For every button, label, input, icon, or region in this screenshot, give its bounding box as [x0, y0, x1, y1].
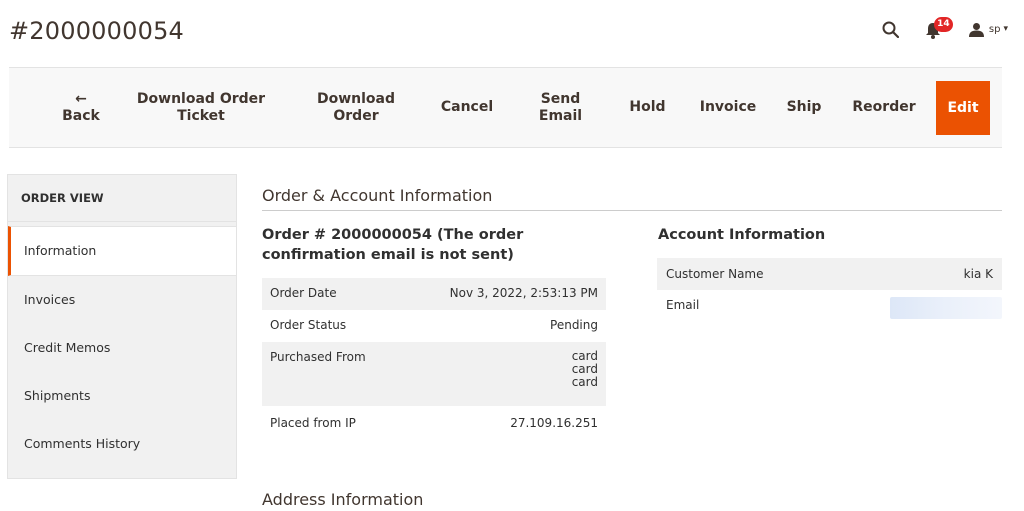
search-icon[interactable]: [881, 19, 901, 39]
download-order-label-2: Order: [333, 107, 379, 124]
back-label: Back: [62, 107, 100, 124]
order-toolbar: ← Back Download Order Ticket Download Order…: [9, 67, 1002, 148]
reorder-label: Reorder: [852, 99, 916, 115]
table-row: Email: [657, 290, 1002, 326]
user-menu[interactable]: sp ▾: [968, 22, 1008, 37]
purchased-from-line: card: [571, 375, 598, 389]
cancel-button[interactable]: Cancel: [432, 68, 502, 147]
purchased-from-label: Purchased From: [270, 350, 366, 364]
page-title: #2000000054: [9, 17, 185, 45]
section-title-address: Address Information: [262, 490, 424, 509]
send-email-label-1: Send: [540, 90, 581, 107]
sidebar-item-credit-memos[interactable]: Credit Memos: [8, 324, 236, 372]
invoice-button[interactable]: Invoice: [695, 68, 761, 147]
table-row: Customer Name kia K: [657, 258, 1002, 290]
user-name: sp: [988, 23, 1001, 35]
account-info-table: Customer Name kia K Email: [657, 258, 1002, 326]
header-actions: 14 sp ▾: [881, 14, 1008, 44]
back-button[interactable]: ← Back: [46, 68, 116, 147]
ship-label: Ship: [786, 99, 822, 115]
invoice-label: Invoice: [699, 99, 757, 115]
order-date-value: Nov 3, 2022, 2:53:13 PM: [449, 286, 598, 300]
table-row: Order Status Pending: [262, 310, 606, 342]
hold-button[interactable]: Hold: [620, 68, 675, 147]
table-row: Order Date Nov 3, 2022, 2:53:13 PM: [262, 278, 606, 310]
download-order-button[interactable]: Download Order: [306, 68, 406, 147]
order-view-sidebar: ORDER VIEW Information Invoices Credit M…: [7, 174, 237, 479]
sidebar-item-shipments[interactable]: Shipments: [8, 372, 236, 420]
email-value[interactable]: [890, 297, 1002, 319]
placed-from-ip-label: Placed from IP: [270, 416, 356, 430]
edit-label: Edit: [947, 100, 979, 116]
order-info-table: Order Date Nov 3, 2022, 2:53:13 PM Order…: [262, 278, 606, 440]
section-title-order-account: Order & Account Information: [262, 186, 493, 205]
table-row: Purchased From card card card: [262, 342, 606, 406]
sidebar-item-information[interactable]: Information: [8, 226, 236, 276]
purchased-from-value: card card card: [572, 350, 598, 406]
send-email-button[interactable]: Send Email: [528, 68, 593, 147]
account-information-title: Account Information: [658, 227, 826, 243]
download-order-ticket-button[interactable]: Download Order Ticket: [136, 68, 266, 147]
cancel-label: Cancel: [440, 99, 494, 115]
sidebar-heading: ORDER VIEW: [8, 175, 236, 222]
download-order-label-1: Download: [316, 90, 396, 107]
customer-name-label: Customer Name: [666, 267, 764, 281]
notification-count-badge: 14: [933, 17, 953, 32]
order-date-label: Order Date: [270, 286, 337, 300]
chevron-down-icon: ▾: [1003, 24, 1008, 34]
placed-from-ip-value: 27.109.16.251: [510, 416, 598, 430]
back-arrow-icon: ←: [75, 90, 87, 107]
download-ticket-label-1: Download Order: [136, 90, 266, 107]
send-email-label-2: Email: [538, 107, 583, 124]
table-row: Placed from IP 27.109.16.251: [262, 406, 606, 440]
order-status-label: Order Status: [270, 318, 347, 332]
sidebar-item-invoices[interactable]: Invoices: [8, 276, 236, 324]
order-status-value: Pending: [550, 318, 598, 332]
hold-label: Hold: [629, 99, 666, 115]
notifications-bell-icon[interactable]: 14: [925, 17, 953, 40]
customer-name-value[interactable]: kia K: [964, 267, 993, 281]
email-label: Email: [666, 298, 700, 312]
sidebar-item-comments-history[interactable]: Comments History: [8, 420, 236, 468]
reorder-button[interactable]: Reorder: [849, 68, 919, 147]
user-icon: [968, 22, 984, 37]
ship-button[interactable]: Ship: [779, 68, 829, 147]
edit-button[interactable]: Edit: [936, 81, 990, 135]
download-ticket-label-2: Ticket: [177, 107, 225, 124]
order-title: Order # 2000000054 (The order confirmati…: [262, 227, 524, 263]
section-divider: [262, 210, 1002, 211]
